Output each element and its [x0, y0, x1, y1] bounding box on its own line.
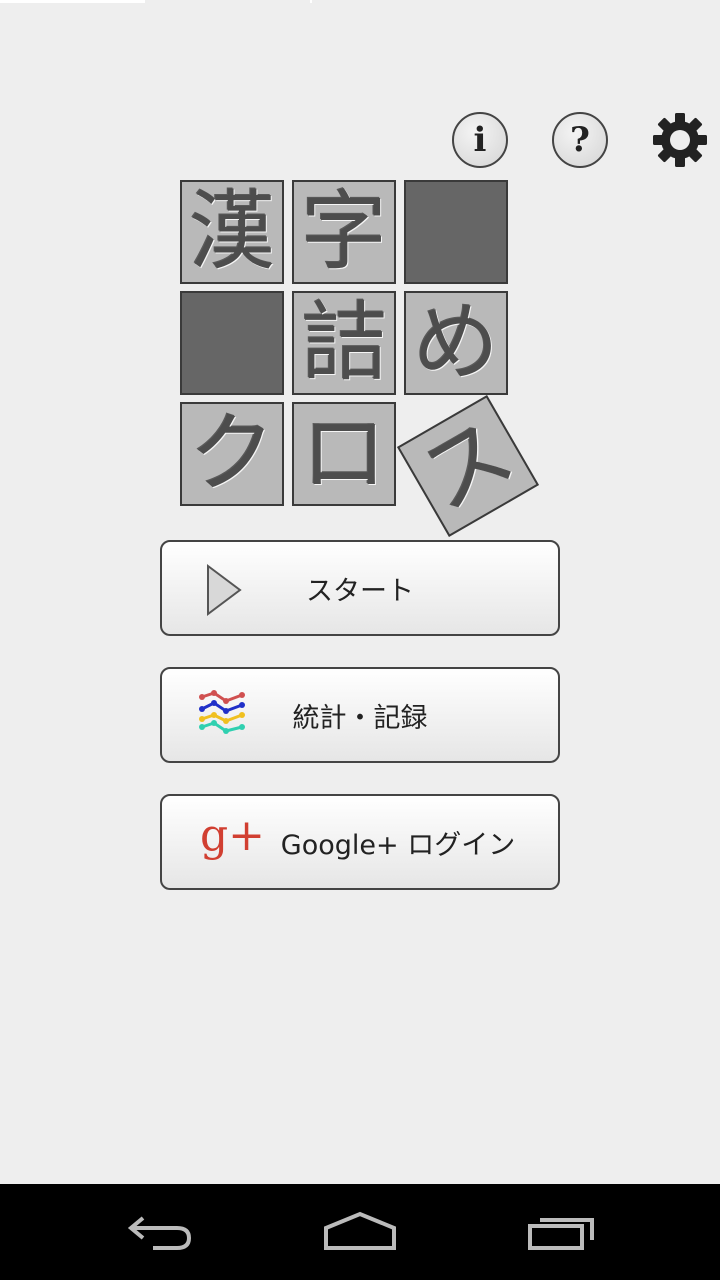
help-button[interactable]: ?	[552, 112, 608, 168]
stats-button[interactable]: 統計・記録	[160, 667, 560, 763]
home-button[interactable]	[300, 1184, 420, 1280]
start-button[interactable]: スタート	[160, 540, 560, 636]
home-icon	[324, 1211, 396, 1250]
info-button[interactable]: i	[452, 112, 508, 168]
start-label: スタート	[306, 575, 414, 607]
logo-tile: 字	[292, 180, 396, 284]
logo-tile: め	[404, 291, 508, 395]
logo-tile: 詰	[292, 291, 396, 395]
back-arrow-icon	[127, 1216, 192, 1250]
logo-tile-blank	[180, 291, 284, 395]
status-bar-segment	[0, 0, 145, 3]
google-login-label: Google+ ログイン	[280, 829, 516, 861]
navigation-bar	[0, 1184, 720, 1280]
status-bar-segment	[310, 0, 312, 3]
help-icon: ?	[570, 120, 590, 160]
recent-apps-button[interactable]	[502, 1184, 622, 1280]
recent-apps-icon	[528, 1218, 594, 1250]
logo-tile: ロ	[292, 402, 396, 506]
logo-tile-blank	[404, 180, 508, 284]
info-icon: i	[473, 120, 487, 160]
logo-tile: ス	[396, 394, 540, 538]
logo-tile: 漢	[180, 180, 284, 284]
logo-tile: ク	[180, 402, 284, 506]
google-login-button[interactable]: g+ Google+ ログイン	[160, 794, 560, 890]
back-button[interactable]	[100, 1184, 220, 1280]
app-logo: 漢 字 詰 め ク ロ ス	[180, 180, 540, 540]
stats-label: 統計・記録	[292, 702, 428, 734]
gear-icon[interactable]	[652, 112, 708, 168]
status-bar	[0, 0, 720, 4]
